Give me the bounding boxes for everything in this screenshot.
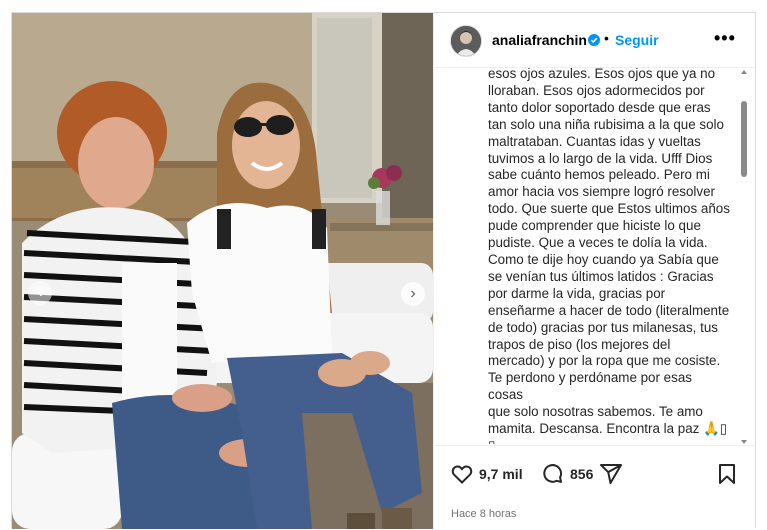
chevron-right-icon: ›	[410, 285, 416, 302]
photo-illustration	[12, 13, 433, 529]
post-sidebar: analiafranchin • Seguir ••• esos ojos az…	[433, 13, 757, 529]
more-options-button[interactable]: •••	[714, 28, 736, 49]
heart-icon	[451, 465, 473, 484]
chevron-left-icon: ‹	[37, 284, 43, 301]
post-timestamp[interactable]: Hace 8 horas	[451, 508, 516, 520]
post-photo[interactable]: ‹ ›	[12, 13, 433, 529]
post-dialog: ‹ › analiafranchin • Seguir ••• esos ojo…	[11, 12, 757, 529]
post-header: analiafranchin • Seguir •••	[434, 13, 757, 68]
comments-count: 856	[570, 466, 594, 482]
scroll-up-arrow-icon[interactable]	[741, 70, 747, 74]
post-caption: esos ojos azules. Esos ojos que ya no ll…	[488, 68, 730, 444]
caption-scroll-area[interactable]: esos ojos azules. Esos ojos que ya no ll…	[434, 68, 757, 444]
comment-icon	[543, 464, 563, 483]
scroll-down-arrow-icon[interactable]	[741, 440, 747, 444]
scrollbar[interactable]	[740, 70, 748, 444]
username-link[interactable]: analiafranchin	[492, 32, 587, 48]
bookmark-icon	[719, 464, 735, 484]
share-icon	[600, 464, 622, 484]
separator-dot: •	[604, 30, 609, 46]
like-button[interactable]: 9,7 mil	[450, 462, 523, 486]
post-actions: 9,7 mil 856 Hace 8 horas	[434, 445, 757, 530]
follow-button[interactable]: Seguir	[615, 32, 659, 48]
likes-count: 9,7 mil	[479, 466, 523, 482]
avatar[interactable]	[450, 25, 482, 57]
next-photo-button[interactable]: ›	[401, 282, 425, 306]
comment-button[interactable]: 856	[541, 462, 593, 486]
scrollbar-thumb[interactable]	[741, 101, 747, 177]
previous-photo-button[interactable]: ‹	[28, 281, 52, 305]
save-button[interactable]	[715, 462, 739, 486]
verified-badge-icon	[588, 34, 600, 46]
share-button[interactable]	[599, 462, 623, 486]
